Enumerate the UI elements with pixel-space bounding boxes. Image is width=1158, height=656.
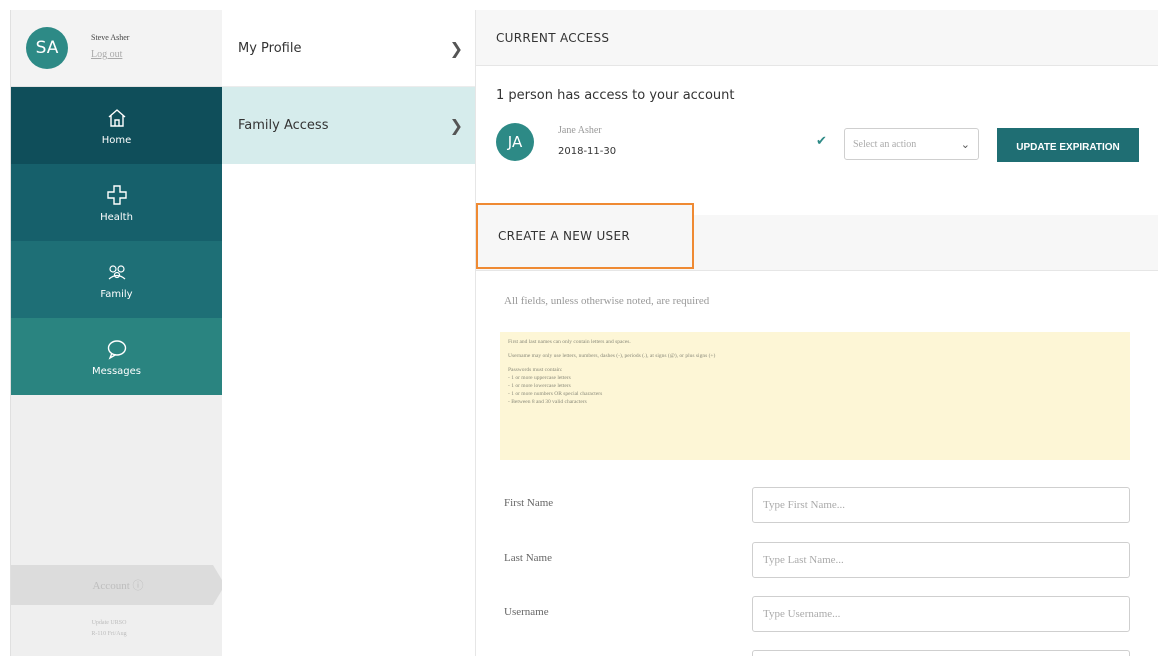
rule-password-intro: Passwords must contain: [508, 367, 563, 373]
user-avatar: SA [26, 27, 68, 69]
menu-item-label: Family Access [238, 118, 329, 133]
last-name-placeholder: Type Last Name... [763, 554, 844, 566]
section-heading-current-access: CURRENT ACCESS [476, 10, 1158, 66]
menu-item-family-access[interactable]: Family Access ❯ [222, 87, 475, 164]
footer-line: Update URSO [91, 620, 127, 626]
footer-line: R-110 Fri/Aug [91, 631, 127, 637]
nav-item-health[interactable]: Health [11, 164, 222, 241]
first-name-label: First Name [504, 497, 554, 509]
last-name-label: Last Name [504, 552, 552, 564]
nav-item-family[interactable]: Family [11, 241, 222, 318]
chat-bubble-icon [104, 336, 130, 362]
menu-item-label: My Profile [238, 40, 302, 56]
main-nav: SA Steve Asher Log out Home Health Famil… [10, 10, 225, 656]
person-avatar: JA [496, 123, 534, 161]
username-label: Username [504, 606, 549, 618]
username-field[interactable]: Type Username... [752, 596, 1130, 632]
next-field-partial[interactable] [752, 650, 1130, 656]
nav-item-label: Health [100, 212, 133, 223]
access-summary: 1 person has access to your account [496, 88, 735, 103]
section-heading-create-user: CREATE A NEW USER [476, 203, 694, 269]
nav-item-label: Home [101, 135, 132, 146]
nav-item-label: Messages [91, 366, 142, 377]
required-note: All fields, unless otherwise noted, are … [504, 295, 710, 307]
rule-password-item: - 1 or more numbers OR special character… [508, 391, 603, 397]
family-icon [104, 259, 130, 285]
nav-item-messages[interactable]: Messages [11, 318, 222, 395]
action-select-placeholder: Select an action [853, 138, 917, 150]
chevron-right-icon: ❯ [449, 38, 463, 58]
menu-item-my-profile[interactable]: My Profile ❯ [222, 10, 475, 87]
rule-password-item: - Between 8 and 30 valid characters [508, 399, 587, 405]
rule-password-item: - 1 or more uppercase letters [508, 375, 571, 381]
person-expiration-date: 2018-11-30 [558, 146, 617, 157]
first-name-field[interactable]: Type First Name... [752, 487, 1130, 523]
validation-rules-box: First and last names can only contain le… [500, 332, 1130, 460]
home-icon [104, 105, 130, 131]
logout-link[interactable]: Log out [91, 49, 122, 60]
health-cross-icon [104, 182, 130, 208]
chevron-down-icon: ⌄ [960, 138, 970, 151]
rule-password-item: - 1 or more lowercase letters [508, 383, 571, 389]
user-name: Steve Asher [91, 33, 130, 42]
rule-username: Username may only use letters, numbers, … [508, 353, 716, 359]
username-placeholder: Type Username... [763, 608, 841, 620]
last-name-field[interactable]: Type Last Name... [752, 542, 1130, 578]
chevron-right-icon: ❯ [449, 116, 463, 135]
nav-item-home[interactable]: Home [11, 87, 222, 164]
nav-item-label: Family [100, 289, 133, 300]
checkmark-icon: ✔ [816, 134, 827, 149]
person-name: Jane Asher [558, 125, 602, 136]
first-name-placeholder: Type First Name... [763, 499, 846, 511]
content-panel: CURRENT ACCESS 1 person has access to yo… [476, 10, 1158, 656]
user-box: SA Steve Asher Log out [11, 10, 222, 87]
account-tab[interactable]: Account ⓘ [11, 565, 225, 605]
settings-menu: My Profile ❯ Family Access ❯ [222, 10, 476, 656]
action-select[interactable]: Select an action ⌄ [844, 128, 979, 160]
rule-names: First and last names can only contain le… [508, 339, 631, 345]
update-expiration-button[interactable]: UPDATE EXPIRATION [997, 128, 1139, 162]
